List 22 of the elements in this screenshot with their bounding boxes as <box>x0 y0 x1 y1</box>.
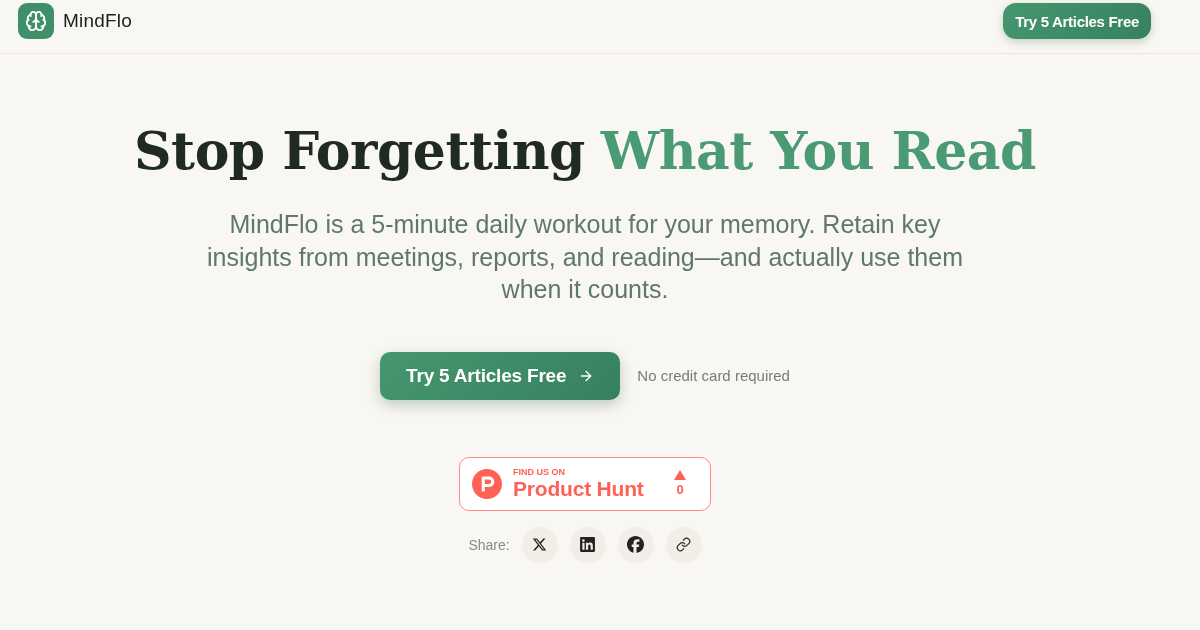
link-share-button[interactable] <box>665 526 702 563</box>
product-hunt-badge[interactable]: FIND US ON Product Hunt 0 <box>459 456 711 511</box>
linkedin-logo-share-button[interactable] <box>569 526 606 563</box>
subtitle: MindFlo is a 5-minute daily workout for your memory. Retain key insights from meetings, reports, and reading—and actually use them when it counts. <box>206 209 964 305</box>
no-card-note: No credit card required <box>637 367 790 384</box>
facebook-logo-icon <box>627 536 645 553</box>
badge-kicker: FIND US ON <box>513 467 566 478</box>
x-logo-share-button[interactable] <box>521 526 558 563</box>
upvote-triangle-icon <box>674 470 686 480</box>
p-logo-icon <box>472 468 502 499</box>
vote-count: 0 <box>676 483 684 497</box>
try-free-button[interactable]: Try 5 Articles Free <box>380 351 621 400</box>
link-icon <box>676 537 692 552</box>
facebook-logo-share-button[interactable] <box>617 526 654 563</box>
badge-title: Product Hunt <box>513 478 645 500</box>
try-free-button[interactable]: Try 5 Articles Free <box>1003 3 1151 39</box>
linkedin-logo-icon <box>579 536 597 553</box>
share-label: Share: <box>468 536 510 553</box>
brand-name: MindFlo <box>63 10 132 32</box>
brain-logo-icon <box>18 3 54 39</box>
x-logo-icon <box>532 537 548 552</box>
headline: Stop Forgetting What You Read <box>134 119 1036 183</box>
